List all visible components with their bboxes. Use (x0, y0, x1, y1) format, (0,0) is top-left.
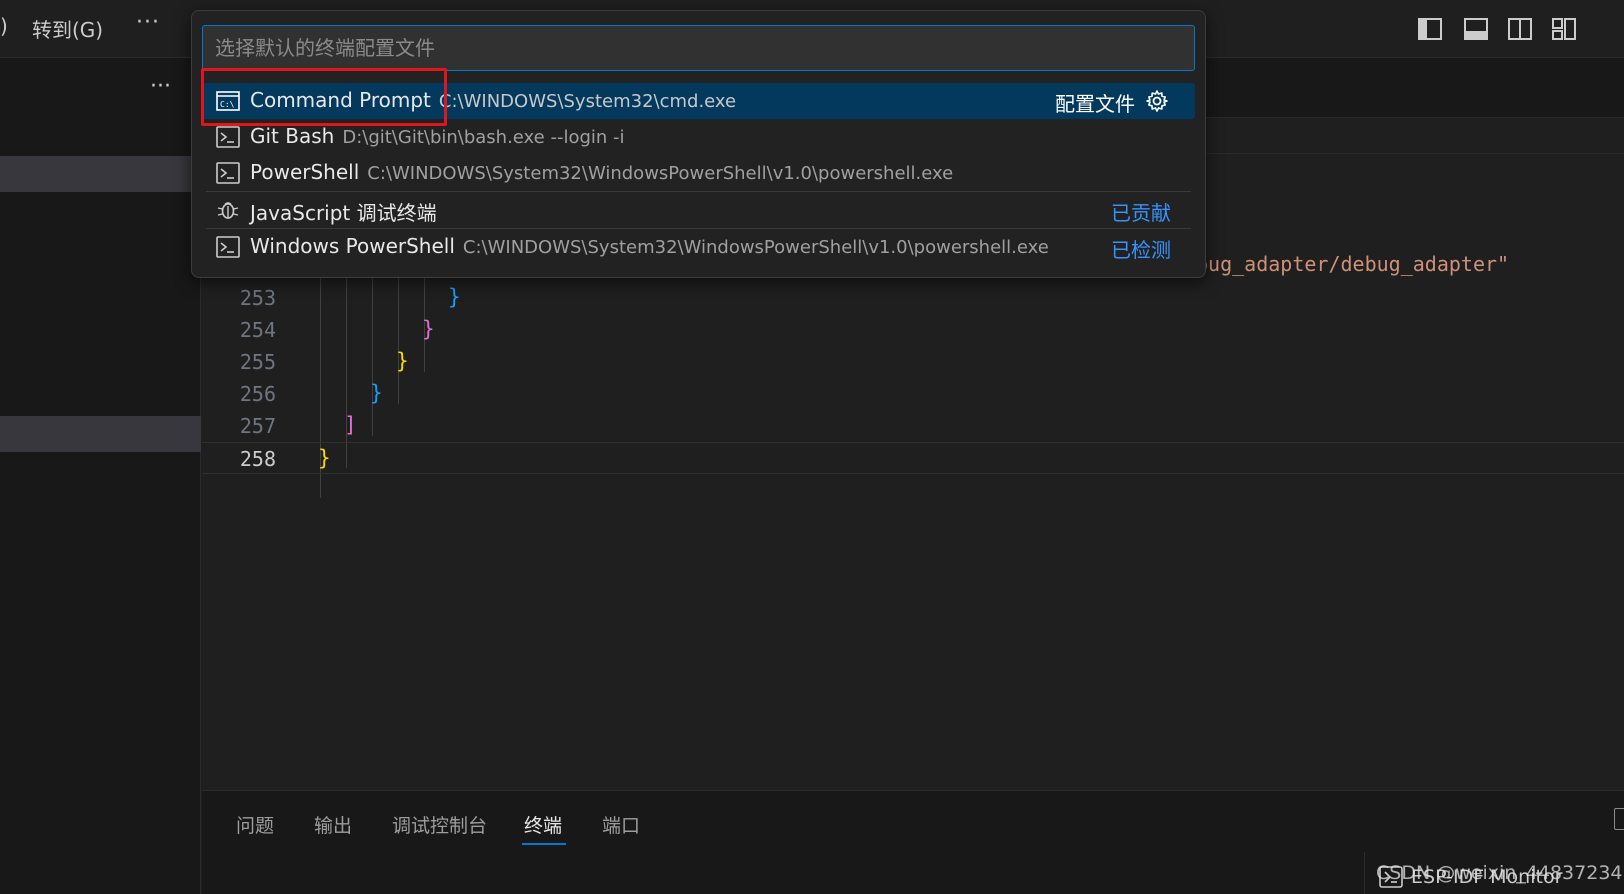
code-brace: } (448, 285, 461, 309)
quick-pick-item-description: D:\git\Git\bin\bash.exe --login -i (342, 127, 625, 148)
sidebar-more-button[interactable]: ··· (150, 74, 171, 99)
quick-pick-item-git-bash[interactable]: Git Bash D:\git\Git\bin\bash.exe --login … (202, 119, 1195, 155)
quick-pick-item-label: JavaScript 调试终端 (250, 201, 437, 225)
quick-pick-item-label: Windows PowerShell (250, 234, 455, 258)
line-number: 254 (239, 318, 276, 342)
code-line[interactable]: 256 } (202, 378, 1624, 410)
menu-item-partial[interactable]: ) (0, 14, 8, 38)
panel-tab-terminal[interactable]: 终端 (524, 811, 562, 838)
terminal-icon (216, 236, 240, 258)
panel-tab-problems[interactable]: 问题 (236, 811, 274, 838)
quick-pick-item-description: C:\WINDOWS\System32\cmd.exe (438, 91, 737, 112)
panel-tab-ports[interactable]: 端口 (602, 811, 640, 838)
menu-more-button[interactable]: ··· (136, 10, 160, 35)
code-line-current[interactable]: 258 } (202, 442, 1624, 474)
quick-pick-item-label: Git Bash (250, 124, 335, 148)
quick-pick-item-label: PowerShell (250, 160, 360, 184)
quick-pick-item-windows-powershell[interactable]: Windows PowerShell C:\WINDOWS\System32\Wi… (202, 229, 1195, 265)
toggle-primary-sidebar-icon[interactable] (1418, 18, 1442, 40)
code-line[interactable]: 253 } (202, 282, 1624, 314)
code-line[interactable]: 257 ] (202, 410, 1624, 442)
customize-layout-icon[interactable] (1552, 18, 1576, 40)
line-number: 258 (239, 447, 276, 471)
code-line[interactable]: 255 } (202, 346, 1624, 378)
terminal-icon (216, 162, 240, 184)
debug-icon (217, 202, 239, 219)
quick-pick-item-command-prompt[interactable]: C:\ Command Prompt C:\WINDOWS\System32\cm… (202, 83, 1195, 119)
panel-maximize-icon[interactable] (1614, 808, 1624, 830)
line-number: 253 (239, 286, 276, 310)
detected-label: 已检测 (1111, 238, 1171, 262)
code-bracket: ] (344, 413, 357, 437)
sidebar-selected-row[interactable] (0, 156, 201, 192)
quick-pick-item-label: Command Prompt (250, 88, 431, 112)
line-number: 256 (239, 382, 276, 406)
panel-tab-output[interactable]: 输出 (314, 811, 352, 838)
active-tab-indicator (522, 843, 566, 845)
line-number: 257 (239, 414, 276, 438)
code-brace: } (318, 446, 331, 470)
configure-profile-label: 配置文件 (1055, 92, 1135, 116)
code-brace: } (370, 381, 383, 405)
toggle-secondary-sidebar-icon[interactable] (1508, 18, 1532, 40)
panel-tab-debug-console[interactable]: 调试控制台 (392, 811, 487, 838)
code-string-fragment: oug_adapter/debug_adapter" (1196, 252, 1510, 276)
quick-pick: C:\ Command Prompt C:\WINDOWS\System32\cm… (191, 10, 1206, 278)
terminal-icon (216, 126, 240, 148)
svg-text:C:\: C:\ (220, 100, 235, 109)
quick-pick-item-description: C:\WINDOWS\System32\WindowsPowerShell\v1… (367, 163, 954, 184)
code-brace: } (422, 317, 435, 341)
contributed-label: 已贡献 (1111, 201, 1171, 225)
code-line[interactable]: 254 } (202, 314, 1624, 346)
quick-pick-item-javascript-debug[interactable]: JavaScript 调试终端 已贡献 (202, 192, 1195, 228)
watermark: CSDN @weixin_44837234 (1376, 862, 1623, 884)
quick-pick-input[interactable] (202, 25, 1195, 71)
quick-pick-item-powershell[interactable]: PowerShell C:\WINDOWS\System32\WindowsPow… (202, 155, 1195, 191)
cmd-icon: C:\ (216, 91, 240, 111)
toggle-panel-icon[interactable] (1464, 18, 1488, 40)
quick-pick-item-description: C:\WINDOWS\System32\WindowsPowerShell\v1… (462, 237, 1049, 258)
code-brace: } (396, 349, 409, 373)
gear-icon[interactable] (1145, 89, 1169, 113)
sidebar-highlighted-row[interactable] (0, 416, 201, 452)
sidebar: ··· (0, 58, 201, 894)
menu-item-goto[interactable]: 转到(G) (32, 14, 103, 43)
line-number: 255 (239, 350, 276, 374)
